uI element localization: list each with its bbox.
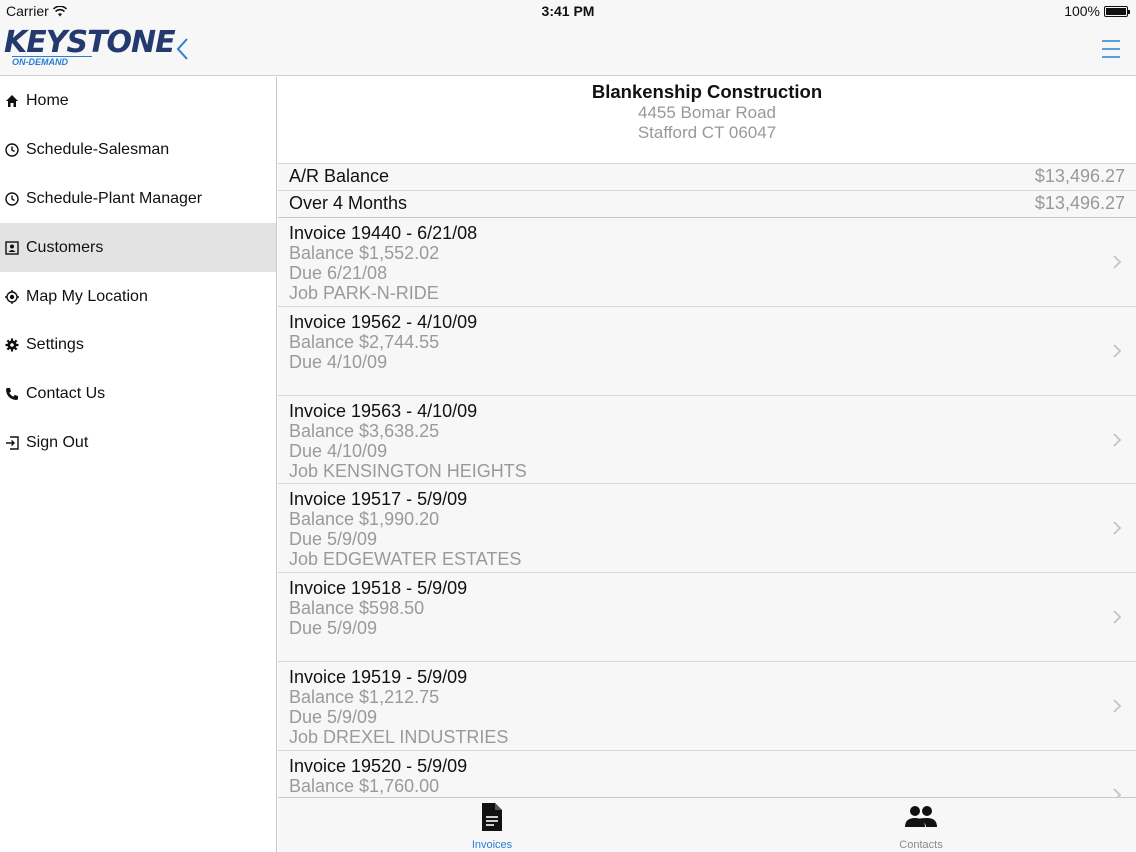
invoice-row[interactable]: Invoice 19519 - 5/9/09 Balance $1,212.75… bbox=[278, 661, 1136, 751]
tab-contacts[interactable]: Contacts bbox=[871, 802, 971, 851]
sidebar-item-label: Map My Location bbox=[26, 287, 148, 305]
sidebar-item-sign-out[interactable]: Sign Out bbox=[0, 419, 276, 468]
battery-info: 100% bbox=[1064, 3, 1130, 19]
invoice-row[interactable]: Invoice 19517 - 5/9/09 Balance $1,990.20… bbox=[278, 484, 1136, 574]
tab-invoices[interactable]: Invoices bbox=[442, 802, 542, 851]
battery-icon bbox=[1104, 5, 1130, 17]
invoice-job: Job DREXEL INDUSTRIES bbox=[289, 726, 509, 747]
document-icon bbox=[482, 803, 502, 831]
people-icon bbox=[905, 806, 937, 827]
sidebar-item-label: Sign Out bbox=[26, 433, 89, 451]
sidebar-item-schedule-plant-manager[interactable]: Schedule-Plant Manager bbox=[0, 175, 276, 224]
customer-address-line2: Stafford CT 06047 bbox=[637, 123, 777, 142]
summary-value: $13,496.27 bbox=[1034, 193, 1125, 214]
sidebar-item-map-my-location[interactable]: Map My Location bbox=[0, 272, 276, 321]
invoice-balance: Balance $1,990.20 bbox=[289, 509, 440, 530]
status-time: 3:41 PM bbox=[541, 3, 595, 19]
invoice-title: Invoice 19563 - 4/10/09 bbox=[289, 400, 478, 421]
phone-icon bbox=[4, 386, 20, 402]
invoice-balance: Balance $1,552.02 bbox=[289, 243, 440, 263]
chevron-right-icon bbox=[1113, 344, 1122, 358]
logo-wordmark: KEYSTONE bbox=[4, 25, 176, 60]
chevron-right-icon bbox=[1113, 255, 1122, 269]
chevron-right-icon bbox=[1113, 610, 1122, 624]
chevron-right-icon bbox=[1113, 521, 1122, 536]
tab-label: Contacts bbox=[899, 839, 943, 851]
invoice-list: Invoice 19440 - 6/21/08 Balance $1,552.0… bbox=[278, 218, 1136, 797]
invoice-row[interactable]: Invoice 19440 - 6/21/08 Balance $1,552.0… bbox=[278, 218, 1136, 307]
sidebar-item-label: Contact Us bbox=[26, 385, 106, 403]
invoice-title: Invoice 19519 - 5/9/09 bbox=[289, 666, 468, 687]
tab-label: Invoices bbox=[471, 839, 513, 851]
invoice-title: Invoice 19517 - 5/9/09 bbox=[289, 489, 468, 510]
sidebar-item-contact-us[interactable]: Contact Us bbox=[0, 370, 276, 419]
invoice-job: Job KENSINGTON HEIGHTS bbox=[289, 460, 527, 481]
invoice-balance: Balance $2,744.55 bbox=[289, 331, 440, 352]
sidebar-item-settings[interactable]: Settings bbox=[0, 321, 276, 370]
back-button[interactable] bbox=[172, 36, 194, 62]
invoice-title: Invoice 19562 - 4/10/09 bbox=[289, 311, 478, 332]
invoice-due: Due 6/21/08 bbox=[289, 263, 388, 283]
invoice-due: Due 4/10/09 bbox=[289, 440, 388, 461]
invoice-balance: Balance $3,638.25 bbox=[289, 420, 440, 441]
invoice-row[interactable]: Invoice 19562 - 4/10/09 Balance $2,744.5… bbox=[278, 306, 1136, 396]
gear-icon bbox=[4, 337, 20, 353]
status-bar: Carrier 3:41 PM 100% bbox=[0, 0, 1136, 22]
sidebar-item-schedule-salesman[interactable]: Schedule-Salesman bbox=[0, 126, 276, 175]
battery-percent: 100% bbox=[1064, 3, 1100, 19]
sidebar-item-label: Settings bbox=[26, 336, 84, 354]
invoice-row[interactable]: Invoice 19520 - 5/9/09 Balance $1,760.00 bbox=[278, 750, 1136, 797]
keystone-logo: KEYSTONE ON-DEMAND bbox=[4, 25, 176, 70]
clock-icon bbox=[4, 191, 20, 207]
invoice-row[interactable]: Invoice 19518 - 5/9/09 Balance $598.50 D… bbox=[278, 573, 1136, 662]
chevron-right-icon bbox=[1113, 699, 1122, 713]
sidebar-item-home[interactable]: Home bbox=[0, 77, 276, 126]
summary-label: Over 4 Months bbox=[289, 193, 408, 214]
invoice-balance: Balance $1,212.75 bbox=[289, 686, 440, 707]
bottom-tab-bar: Invoices Contacts bbox=[278, 797, 1136, 852]
summary-label: A/R Balance bbox=[289, 166, 390, 187]
clock-icon bbox=[4, 142, 20, 158]
invoice-job: Job PARK-N-RIDE bbox=[289, 283, 439, 303]
invoice-title: Invoice 19440 - 6/21/08 bbox=[289, 223, 478, 243]
menu-button[interactable] bbox=[1100, 38, 1122, 60]
customer-name: Blankenship Construction bbox=[591, 81, 823, 102]
invoice-row[interactable]: Invoice 19563 - 4/10/09 Balance $3,638.2… bbox=[278, 395, 1136, 485]
invoice-due: Due 5/9/09 bbox=[289, 706, 378, 727]
location-icon bbox=[4, 289, 20, 305]
sidebar-item-label: Home bbox=[26, 92, 69, 110]
chevron-left-icon bbox=[176, 38, 188, 60]
sidebar-item-label: Customers bbox=[26, 238, 104, 256]
customer-address-line1: 4455 Bomar Road bbox=[638, 103, 776, 122]
home-icon bbox=[4, 93, 20, 109]
customer-detail-panel: Blankenship Construction 4455 Bomar Road… bbox=[278, 77, 1136, 797]
sidebar-item-label: Schedule-Plant Manager bbox=[26, 189, 203, 207]
customer-header: Blankenship Construction 4455 Bomar Road… bbox=[278, 77, 1136, 164]
chevron-right-icon bbox=[1113, 788, 1122, 797]
invoice-due: Due 4/10/09 bbox=[289, 351, 388, 372]
top-nav-bar: KEYSTONE ON-DEMAND bbox=[0, 22, 1136, 76]
over-4-months-row: Over 4 Months $13,496.27 bbox=[278, 190, 1136, 217]
sidebar-item-customers[interactable]: Customers bbox=[0, 223, 276, 273]
chevron-right-icon bbox=[1113, 432, 1122, 447]
invoice-due: Due 5/9/09 bbox=[289, 618, 378, 639]
summary-value: $13,496.27 bbox=[1034, 166, 1125, 187]
invoice-balance: Balance $598.50 bbox=[289, 598, 425, 619]
hamburger-menu-icon bbox=[1102, 40, 1120, 58]
sign-out-icon bbox=[4, 435, 20, 451]
invoice-title: Invoice 19520 - 5/9/09 bbox=[289, 755, 468, 776]
contact-card-icon bbox=[4, 240, 20, 256]
invoice-title: Invoice 19518 - 5/9/09 bbox=[289, 578, 468, 599]
sidebar-item-label: Schedule-Salesman bbox=[26, 141, 170, 159]
invoice-balance: Balance $1,760.00 bbox=[289, 775, 440, 796]
balance-summary: A/R Balance $13,496.27 Over 4 Months $13… bbox=[278, 164, 1136, 218]
invoice-job: Job EDGEWATER ESTATES bbox=[289, 549, 522, 570]
invoice-due: Due 5/9/09 bbox=[289, 529, 378, 550]
ar-balance-row: A/R Balance $13,496.27 bbox=[278, 164, 1136, 191]
sidebar-menu: Home Schedule-Salesman Schedule-Plant Ma… bbox=[0, 77, 277, 852]
